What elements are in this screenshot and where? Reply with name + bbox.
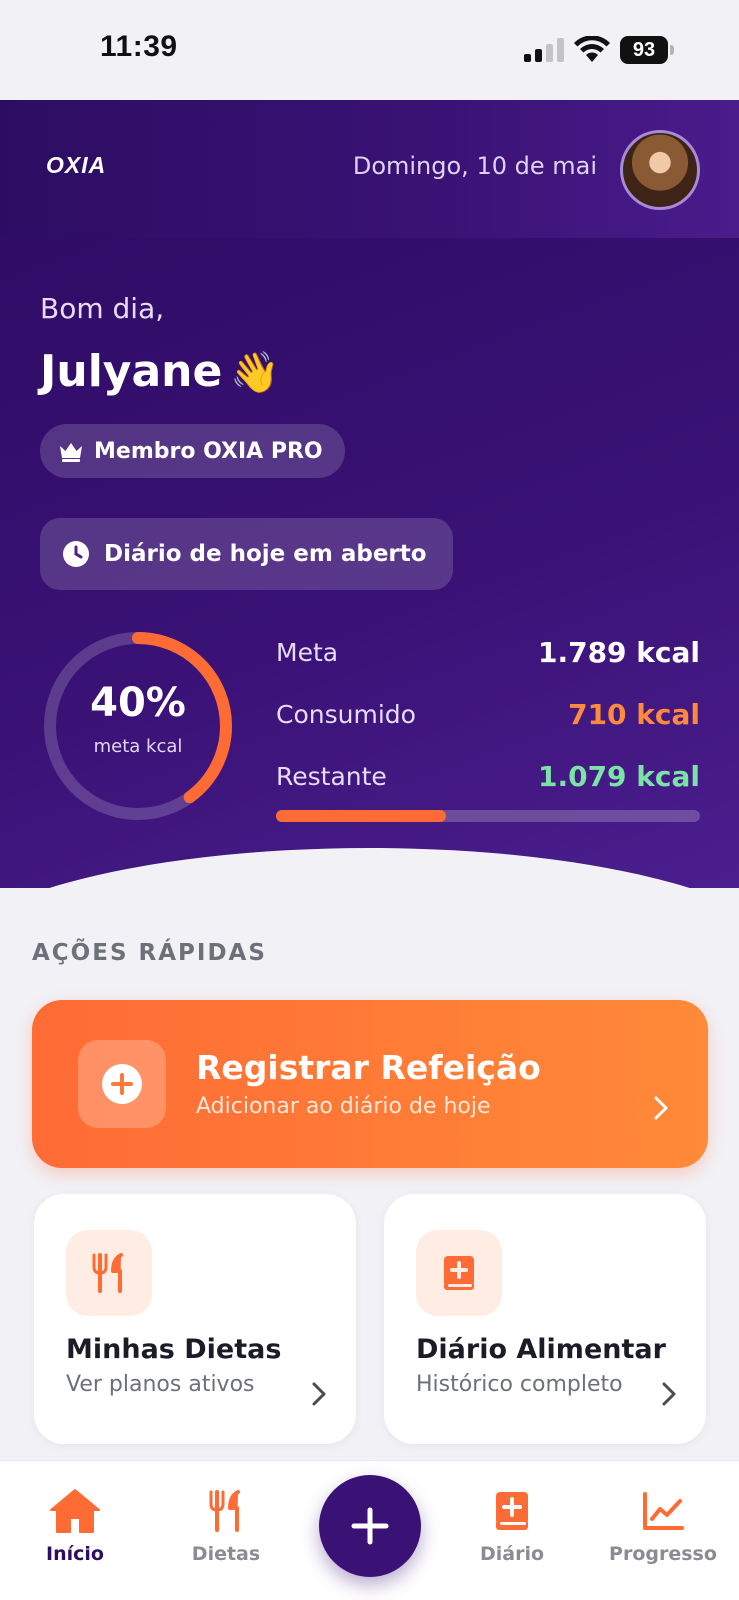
food-diary-card[interactable]: Diário Alimentar Histórico completo bbox=[384, 1194, 706, 1444]
status-bar: 11:39 93 bbox=[0, 0, 739, 100]
calorie-percent: 40% bbox=[90, 680, 186, 726]
chart-line-icon bbox=[643, 1492, 684, 1530]
plus-circle-icon bbox=[102, 1064, 142, 1104]
bottom-navigation: Início Dietas Diário Progresso bbox=[0, 1460, 739, 1600]
app-logo: OXIA bbox=[46, 152, 107, 178]
hero-summary: Bom dia, Julyane 👋 Membro OXIA PRO Diário… bbox=[0, 238, 739, 888]
nav-item-diario[interactable]: Diário bbox=[447, 1487, 577, 1565]
medical-book-icon bbox=[496, 1492, 528, 1530]
cta-icon-box bbox=[78, 1040, 166, 1128]
stat-value: 1.079 kcal bbox=[537, 759, 700, 793]
calorie-progress-bar bbox=[276, 810, 700, 822]
nav-label: Início bbox=[46, 1543, 104, 1565]
home-icon bbox=[50, 1489, 100, 1533]
wifi-icon bbox=[574, 36, 610, 62]
app-header: OXIA Domingo, 10 de mai bbox=[0, 100, 739, 238]
clock-icon bbox=[63, 541, 89, 567]
nav-label: Diário bbox=[479, 1543, 545, 1565]
wave-emoji: 👋 bbox=[230, 350, 281, 396]
calorie-ring-label: meta kcal bbox=[93, 736, 183, 757]
section-title-quick-actions: AÇÕES RÁPIDAS bbox=[32, 940, 267, 966]
fork-knife-icon bbox=[209, 1490, 240, 1532]
hero-bottom-curve bbox=[0, 848, 739, 888]
fork-knife-icon bbox=[92, 1253, 123, 1293]
status-time: 11:39 bbox=[100, 30, 178, 63]
register-meal-button[interactable]: Registrar Refeição Adicionar ao diário d… bbox=[32, 1000, 708, 1168]
chevron-right-icon bbox=[662, 1382, 676, 1406]
plus-icon bbox=[351, 1507, 389, 1545]
cellular-signal-icon bbox=[524, 38, 564, 62]
my-diets-card[interactable]: Minhas Dietas Ver planos ativos bbox=[34, 1194, 356, 1444]
stat-value: 1.789 kcal bbox=[537, 635, 700, 669]
nav-item-inicio[interactable]: Início bbox=[10, 1487, 140, 1565]
register-meal-title: Registrar Refeição bbox=[196, 1048, 541, 1087]
add-fab-button[interactable] bbox=[319, 1475, 421, 1577]
chevron-right-icon bbox=[654, 1096, 668, 1120]
nav-item-dietas[interactable]: Dietas bbox=[161, 1487, 291, 1565]
membership-badge-label: Membro OXIA PRO bbox=[94, 438, 323, 464]
stat-label: Consumido bbox=[276, 699, 416, 729]
food-diary-title: Diário Alimentar bbox=[416, 1334, 666, 1365]
my-diets-title: Minhas Dietas bbox=[66, 1334, 282, 1365]
diary-status-label: Diário de hoje em aberto bbox=[104, 541, 427, 567]
nav-label: Progresso bbox=[609, 1543, 717, 1565]
crown-icon bbox=[60, 443, 82, 462]
my-diets-subtitle: Ver planos ativos bbox=[66, 1372, 255, 1397]
register-meal-subtitle: Adicionar ao diário de hoje bbox=[196, 1094, 491, 1119]
membership-badge[interactable]: Membro OXIA PRO bbox=[40, 424, 345, 478]
battery-indicator: 93 bbox=[620, 36, 674, 64]
stat-consumed: Consumido 710 kcal bbox=[276, 694, 700, 734]
card-icon-box bbox=[66, 1230, 152, 1316]
diary-status-pill[interactable]: Diário de hoje em aberto bbox=[40, 518, 453, 590]
greeting-text: Bom dia, bbox=[40, 292, 165, 325]
stat-remaining: Restante 1.079 kcal bbox=[276, 756, 700, 796]
avatar[interactable] bbox=[620, 130, 700, 210]
medical-book-icon bbox=[444, 1256, 474, 1290]
stat-meta: Meta 1.789 kcal bbox=[276, 632, 700, 672]
chevron-right-icon bbox=[312, 1382, 326, 1406]
nav-item-progresso[interactable]: Progresso bbox=[598, 1487, 728, 1565]
card-icon-box bbox=[416, 1230, 502, 1316]
calorie-progress-fill bbox=[276, 810, 446, 822]
user-name-heading: Julyane 👋 bbox=[40, 346, 280, 397]
battery-level: 93 bbox=[620, 36, 668, 64]
calorie-ring: 40% meta kcal bbox=[40, 628, 236, 824]
stat-label: Meta bbox=[276, 637, 339, 667]
user-name: Julyane bbox=[40, 346, 223, 397]
stat-value: 710 kcal bbox=[568, 697, 700, 731]
stat-label: Restante bbox=[276, 761, 387, 791]
nav-label: Dietas bbox=[191, 1543, 261, 1565]
food-diary-subtitle: Histórico completo bbox=[416, 1372, 623, 1397]
current-date: Domingo, 10 de mai bbox=[352, 152, 597, 180]
